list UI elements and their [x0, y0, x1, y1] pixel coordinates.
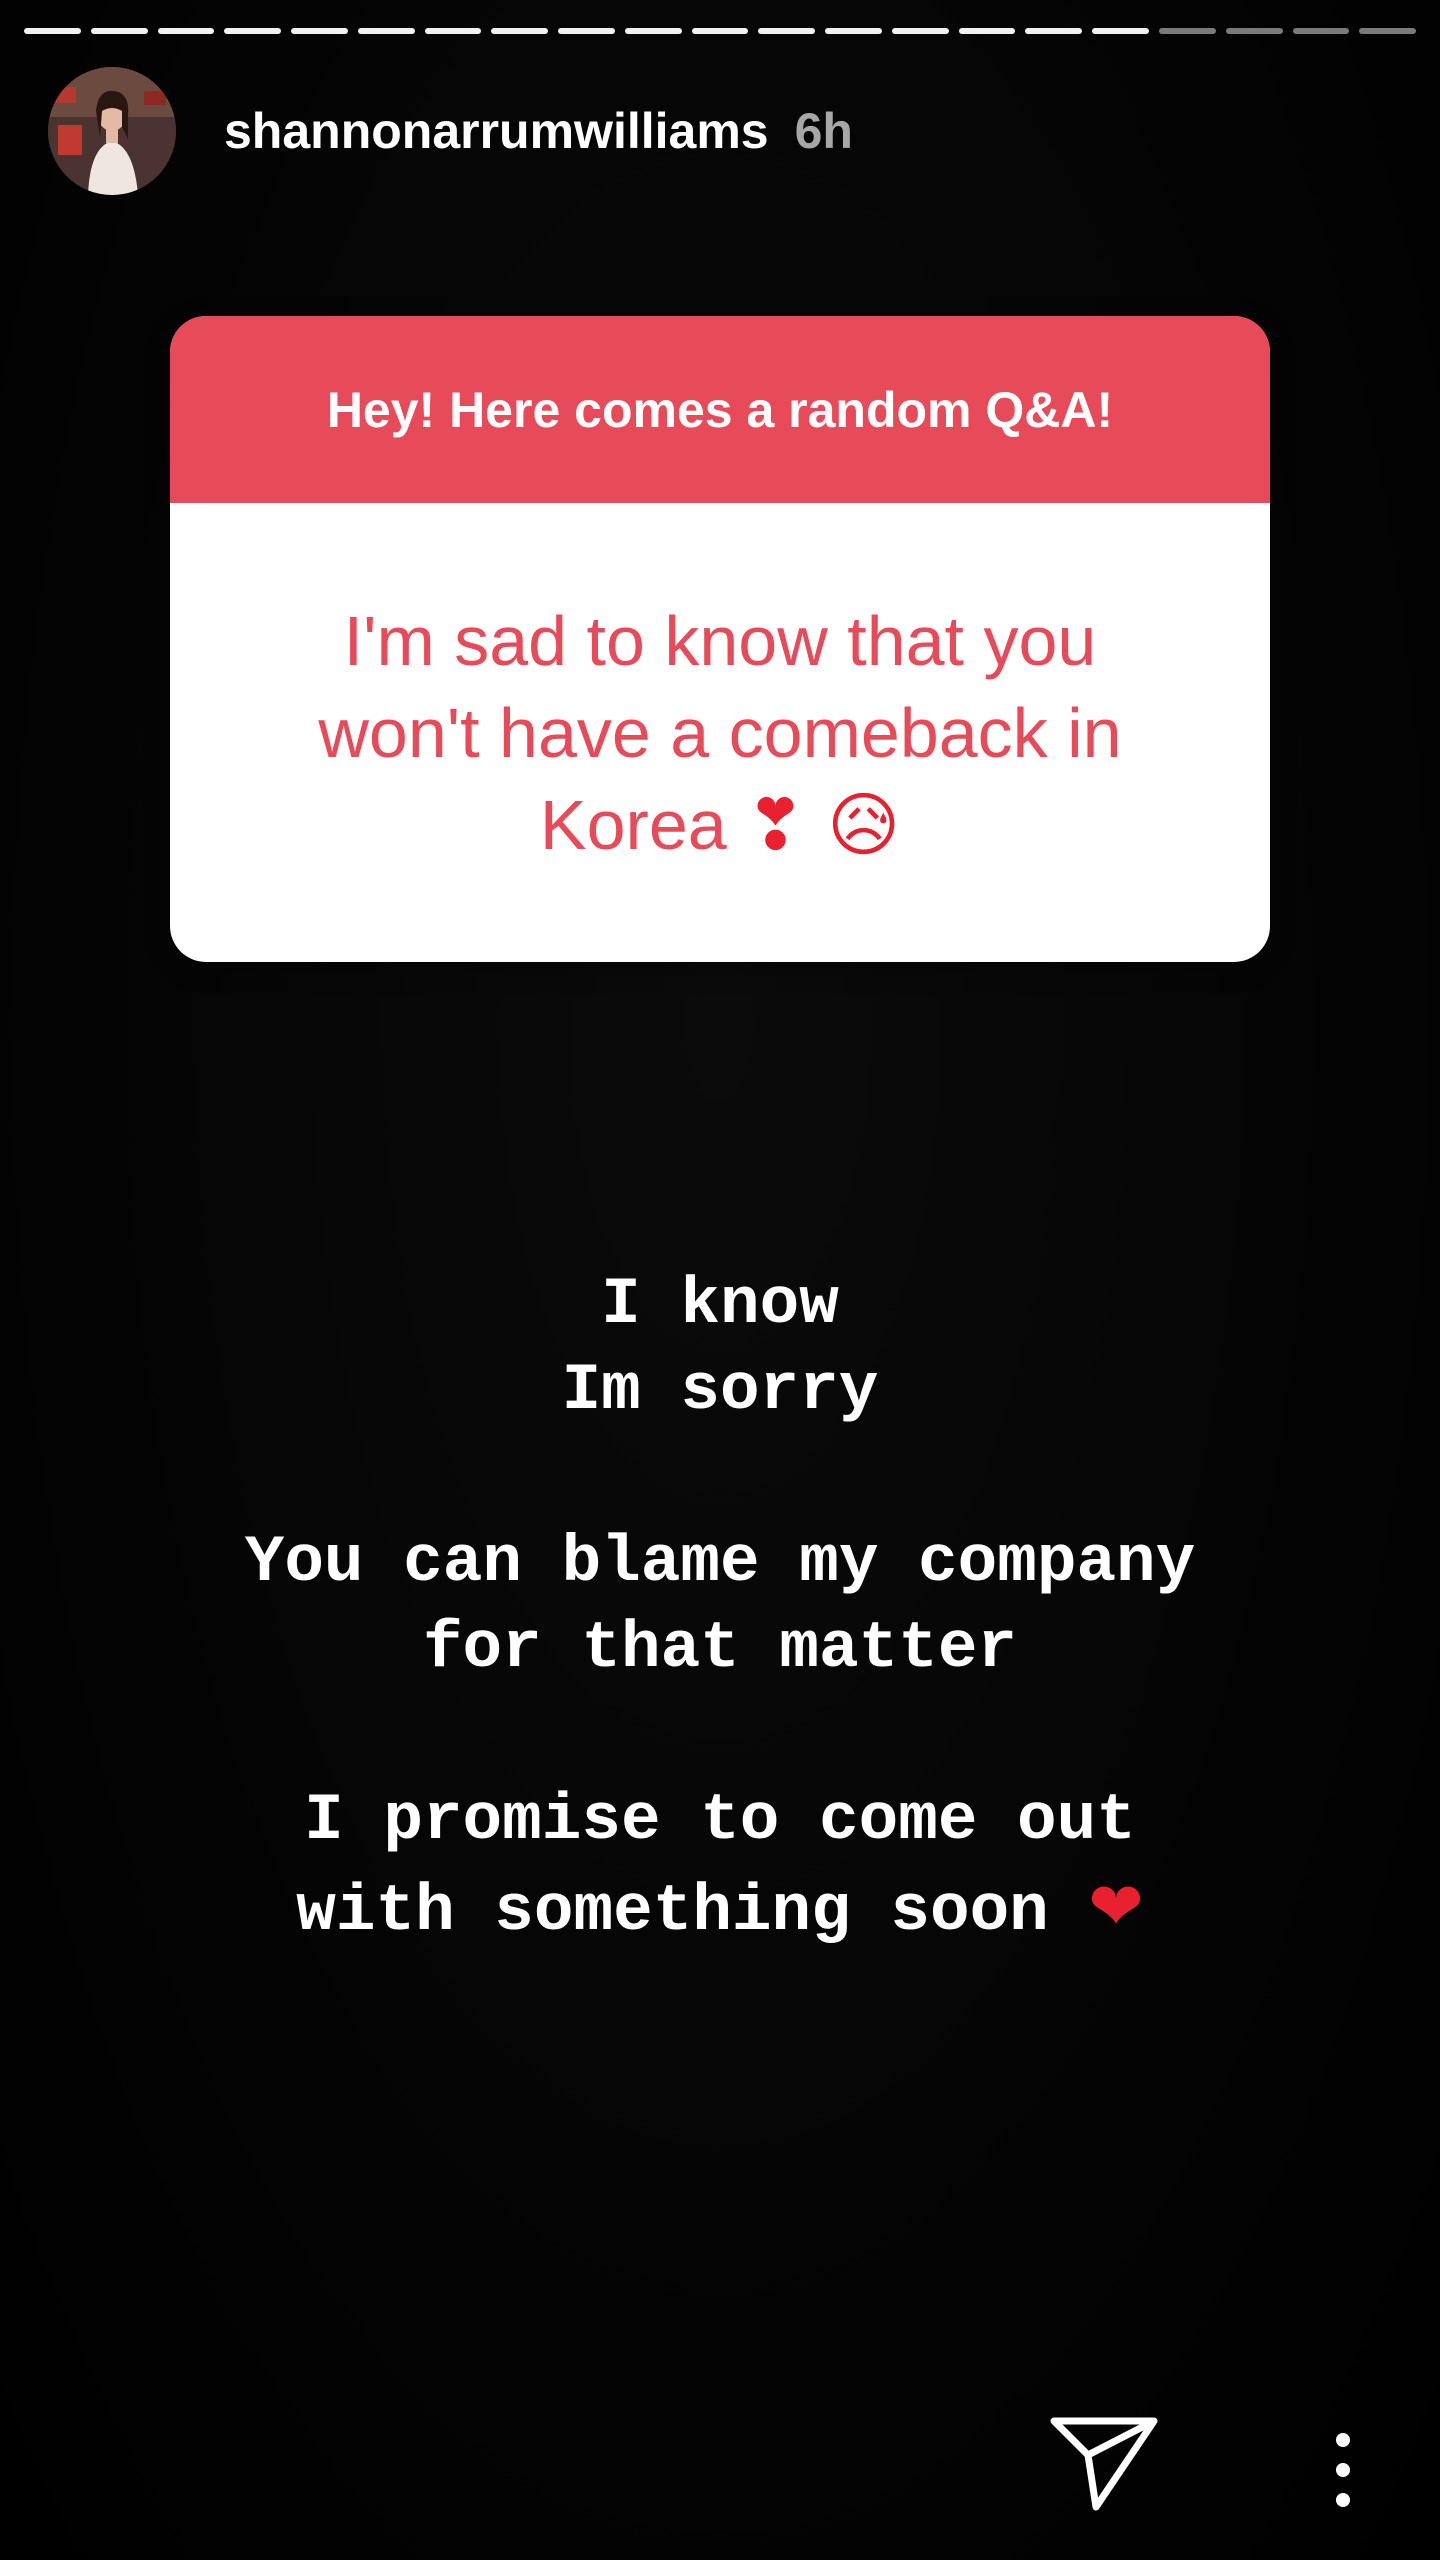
- caption-line: for that matter: [422, 1611, 1018, 1686]
- caption-line: I know: [601, 1267, 839, 1342]
- username[interactable]: shannonarrumwilliams: [224, 102, 769, 160]
- progress-segment: [90, 28, 148, 34]
- caption-line: I promise to come out: [304, 1783, 1136, 1858]
- progress-segment: [558, 28, 615, 34]
- progress-segment: [424, 28, 482, 34]
- progress-segment: [1092, 28, 1150, 34]
- progress-segment: [491, 28, 549, 34]
- progress-segment: [1159, 28, 1216, 34]
- progress-segment: [691, 28, 749, 34]
- story-caption: I know Im sorry You can blame my company…: [60, 1262, 1380, 1955]
- progress-segment: [157, 28, 215, 34]
- question-line: I'm sad to know that you: [343, 601, 1097, 680]
- progress-segment: [758, 28, 816, 34]
- avatar-image: [48, 67, 176, 195]
- post-time: 6h: [794, 103, 853, 159]
- caption-line-text: with something soon: [296, 1874, 1049, 1949]
- progress-segment: [357, 28, 415, 34]
- qa-sticker-header: Hey! Here comes a random Q&A!: [170, 316, 1270, 503]
- question-line: Korea: [539, 785, 727, 864]
- qa-sticker: Hey! Here comes a random Q&A! I'm sad to…: [170, 316, 1270, 962]
- caption-line: Im sorry: [561, 1353, 879, 1428]
- progress-segment: [24, 28, 81, 34]
- caption-line-with-heart: with something soon ❤: [60, 1864, 1380, 1955]
- progress-segment: [224, 28, 282, 34]
- vertical-ellipsis-icon[interactable]: [1318, 2430, 1368, 2510]
- story-viewer: shannonarrumwilliams 6h Hey! Here comes …: [0, 0, 1440, 2560]
- avatar[interactable]: [48, 67, 176, 195]
- progress-segment: [1225, 28, 1283, 34]
- question-line: won't have a comeback in: [318, 693, 1122, 772]
- progress-segment: [1292, 28, 1350, 34]
- progress-segment: [958, 28, 1016, 34]
- progress-segment: [291, 28, 348, 34]
- progress-segment: [1025, 28, 1083, 34]
- heart-emoji: ❤: [1088, 1868, 1144, 1945]
- progress-segment: [825, 28, 882, 34]
- progress-segment: [624, 28, 682, 34]
- progress-segment: [891, 28, 949, 34]
- story-progress-bar: [24, 28, 1417, 34]
- caption-line: You can blame my company: [244, 1525, 1196, 1600]
- story-header: shannonarrumwilliams 6h: [48, 66, 1392, 196]
- progress-segment: [1359, 28, 1417, 34]
- paper-plane-icon[interactable]: [1050, 2415, 1160, 2515]
- qa-sticker-question: I'm sad to know that you won't have a co…: [170, 503, 1270, 962]
- question-emoji: ❣ 😥: [746, 783, 901, 866]
